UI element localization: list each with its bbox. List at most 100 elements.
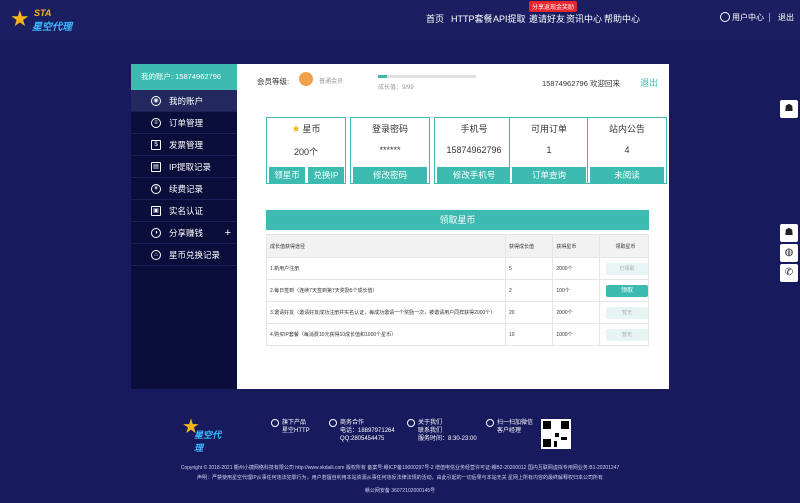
card-value: ******	[379, 145, 401, 155]
nav-help-center[interactable]: 帮助中心	[604, 12, 640, 25]
table-cell: 4.购买IP套餐（每消费10元获得10成长值和1000个星币）	[266, 323, 506, 346]
nav-invite-friends[interactable]: 邀请好友	[529, 12, 565, 25]
wechat-icon[interactable]: ◍	[780, 244, 798, 262]
order-icon: ≡	[151, 118, 161, 128]
card-available-orders: 可用订单 1 订单查询	[509, 117, 589, 184]
table-row: 4.购买IP套餐（每消费10元获得10成长值和1000个星币） 10 1000个…	[266, 323, 650, 346]
qq-contact-icon[interactable]: ☗	[780, 224, 798, 242]
sidebar: 我的账户: 15874962796 ◉ 我的账户 ≡ 订单管理 $ 发票管理 ▤ IP提…	[131, 64, 237, 389]
coin-table: 成长值获得途径 获得成长值 获得星币 领取星币 1.新用户注册 5 2000个 …	[266, 234, 650, 346]
sidebar-item-invoices[interactable]: $ 发票管理	[131, 134, 237, 156]
card-coins: ★ 星币 200个 领星币 兑换IP	[266, 117, 346, 184]
claimed-button: 已领取	[605, 262, 648, 275]
footer-phone: 电话：18897971264	[340, 428, 395, 434]
table-row: 1.新用户注册 5 2000个 已领取	[266, 257, 650, 280]
card-title: 登录密码	[371, 124, 408, 134]
column-header: 成长值获得途径	[266, 234, 506, 258]
record-icon: ▤	[151, 162, 161, 172]
user-center-link[interactable]: 用户中心	[720, 12, 764, 23]
footer-logo: ★ 星空代理	[182, 414, 226, 454]
brand-name: 星空代理	[32, 22, 72, 33]
main-content: 会员等级: 普通会员 成长值：9/99 15874962796 欢迎回来 退出 …	[237, 64, 669, 389]
card-login-password: 登录密码 ****** 修改密码	[350, 117, 430, 184]
growth-value: 成长值：9/99	[378, 85, 414, 91]
sidebar-item-label: 实名认证	[169, 206, 204, 216]
qq-float-icon[interactable]: ☗	[780, 100, 798, 118]
sidebar-item-label: 订单管理	[169, 118, 204, 128]
table-cell: 2	[504, 279, 554, 302]
sidebar-item-label: 星币兑换记录	[169, 250, 221, 260]
table-cell: 3.邀请好友（邀请好友成功注册并实名认证，每成功邀请一个奖励一次，被邀请用户同样…	[266, 301, 506, 324]
card-value: 15874962796	[446, 145, 502, 155]
card-title: ★ 星币	[291, 124, 321, 135]
product-icon	[271, 419, 279, 427]
footer-about: 关于我们 联系我们 服务时间：8:30-23:00	[407, 419, 477, 443]
sidebar-item-coin-exchange[interactable]: ⌂ 星币兑换记录	[131, 244, 237, 266]
column-header: 领取星币	[598, 234, 650, 258]
user-icon: ◉	[151, 96, 161, 106]
nav-news-center[interactable]: 资讯中心	[566, 12, 602, 25]
card-title: 站内公告	[608, 124, 645, 134]
table-cell: 1.新用户注册	[266, 257, 506, 280]
exchange-ip-button[interactable]: 兑换IP	[308, 167, 344, 183]
star-icon: ★	[291, 124, 301, 135]
footer-products: 旗下产品 星空HTTP	[271, 419, 310, 435]
nav-http-packages[interactable]: HTTP套餐	[451, 12, 493, 25]
table-row: 2.每日签到（连续7天签到第7天奖励5个成长值） 2 100个 领取	[266, 279, 650, 302]
nav-home[interactable]: 首页	[426, 12, 444, 25]
card-title: 可用订单	[530, 124, 567, 134]
logout-link[interactable]: 退出	[778, 12, 794, 23]
footer-contact-link[interactable]: 联系我们	[418, 427, 477, 435]
footer-brand-name: 星空代理	[194, 430, 222, 453]
unavailable-button: 暂无	[605, 328, 648, 341]
sidebar-item-label: 分享赚钱	[169, 228, 204, 238]
brand-logo[interactable]: ★ STA 星空代理	[10, 6, 90, 34]
renew-icon: ¥	[151, 184, 161, 194]
brand-sta: STA	[34, 8, 52, 18]
table-cell: 1000个	[552, 323, 600, 346]
order-query-button[interactable]: 订单查询	[512, 167, 586, 183]
unread-button[interactable]: 未阅读	[590, 167, 664, 183]
table-cell: 2000个	[552, 257, 600, 280]
user-circle-icon	[720, 12, 730, 22]
footer-service-hours: 服务时间：8:30-23:00	[418, 436, 477, 442]
exchange-icon: ⌂	[151, 250, 161, 260]
table-cell: 20	[504, 301, 554, 324]
sidebar-item-label: 我的账户	[169, 96, 204, 106]
table-cell: 100个	[552, 279, 600, 302]
exit-link[interactable]: 退出	[640, 76, 658, 89]
expand-plus-icon[interactable]: +	[225, 222, 231, 244]
id-card-icon: ▣	[151, 206, 161, 216]
claim-button[interactable]: 领取	[605, 284, 648, 297]
card-value: 200个	[293, 147, 319, 157]
sidebar-item-orders[interactable]: ≡ 订单管理	[131, 112, 237, 134]
member-badge-icon	[299, 72, 313, 86]
sidebar-item-renewals[interactable]: ¥ 续费记录	[131, 178, 237, 200]
unavailable-button: 暂无	[605, 306, 648, 319]
declaration: 声明：严禁使用星空代理IP从事任何违法犯罪行为，用户若擅自利用本站资源从事任何违…	[196, 475, 604, 481]
about-icon	[407, 419, 415, 427]
sidebar-item-my-account[interactable]: ◉ 我的账户	[131, 90, 237, 112]
footer-business: 商务合作 电话：18897971264 QQ:2805454475	[329, 419, 395, 443]
table-row: 3.邀请好友（邀请好友成功注册并实名认证，每成功邀请一个奖励一次，被邀请用户同样…	[266, 301, 650, 324]
card-value: 4	[624, 145, 630, 155]
nav-divider	[769, 13, 770, 22]
footer-about-title[interactable]: 关于我们	[418, 419, 477, 427]
footer-product-link[interactable]: 星空HTTP	[282, 427, 310, 435]
claim-coins-button[interactable]: 领星币	[269, 167, 305, 183]
change-password-button[interactable]: 修改密码	[353, 167, 427, 183]
sidebar-item-share-earn[interactable]: ◑ 分享赚钱 +	[131, 222, 237, 244]
sidebar-item-label: 发票管理	[169, 140, 204, 150]
sidebar-item-label: IP提取记录	[169, 162, 212, 172]
card-title: 手机号	[460, 124, 488, 134]
sidebar-item-verification[interactable]: ▣ 实名认证	[131, 200, 237, 222]
table-cell: 2.每日签到（连续7天签到第7天奖励5个成长值）	[266, 279, 506, 302]
table-header-row: 成长值获得途径 获得成长值 获得星币 领取星币	[266, 234, 650, 258]
card-value: 1	[546, 145, 552, 155]
phone-icon[interactable]: ✆	[780, 264, 798, 282]
member-level-label: 会员等级:	[257, 77, 290, 86]
star-logo-icon: ★	[10, 6, 30, 31]
nav-api-extract[interactable]: API提取	[493, 12, 526, 25]
sidebar-item-ip-records[interactable]: ▤ IP提取记录	[131, 156, 237, 178]
change-phone-button[interactable]: 修改手机号	[437, 167, 511, 183]
